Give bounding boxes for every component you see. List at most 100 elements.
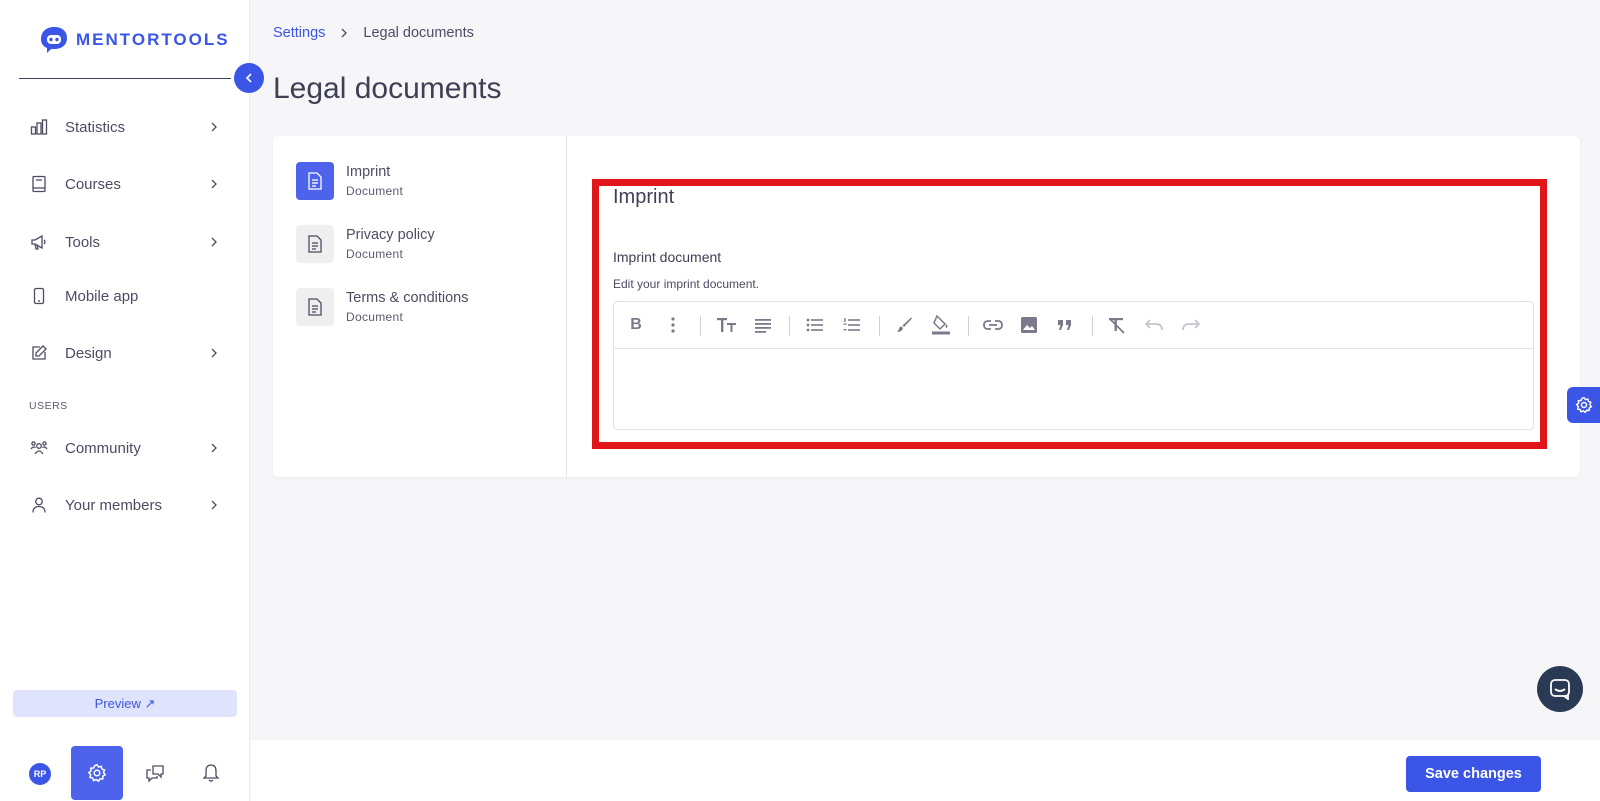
numbered-list-button[interactable]	[840, 313, 864, 337]
text-size-button[interactable]	[715, 313, 739, 337]
sidebar-item-label: Statistics	[65, 118, 126, 136]
logo-icon	[41, 27, 67, 53]
more-options-button[interactable]	[661, 313, 685, 337]
sidebar-item-label: Your members	[65, 496, 162, 514]
numbered-list-icon	[843, 318, 860, 331]
toolbar-divider	[968, 316, 969, 336]
avatar[interactable]: RP	[29, 763, 51, 785]
clear-format-icon	[1109, 318, 1125, 334]
rich-text-editor: B	[613, 301, 1534, 430]
sidebar-item-label: Community	[65, 439, 141, 457]
toolbar-divider	[879, 316, 880, 336]
people-icon	[28, 437, 50, 459]
document-subtitle: Document	[346, 310, 404, 324]
bold-button[interactable]: B	[624, 313, 648, 337]
document-item-privacy-policy[interactable]: Privacy policy Document	[296, 224, 546, 264]
insert-image-button[interactable]	[1017, 313, 1041, 337]
sidebar-item-mobile-app[interactable]: Mobile app	[28, 278, 220, 314]
footer-bar	[251, 740, 1600, 801]
breadcrumb: Settings Legal documents	[273, 25, 474, 41]
editor-content-area[interactable]	[614, 349, 1533, 429]
logo-text: MENTORTOOLS	[76, 30, 230, 49]
divider	[19, 78, 231, 79]
sidebar-bottom-bar: RP	[0, 745, 250, 801]
document-subtitle: Document	[346, 184, 404, 198]
collapse-sidebar-button[interactable]	[234, 63, 264, 93]
sidebar-item-label: Mobile app	[65, 287, 139, 305]
align-button[interactable]	[751, 313, 775, 337]
gear-icon	[1575, 396, 1592, 414]
link-icon	[983, 320, 1003, 330]
document-subtitle: Document	[346, 247, 404, 261]
document-icon	[296, 288, 334, 326]
bold-icon: B	[630, 316, 642, 333]
undo-icon	[1144, 319, 1163, 331]
sidebar-item-label: Courses	[65, 175, 121, 193]
sidebar-item-statistics[interactable]: Statistics	[28, 109, 220, 145]
more-vertical-icon	[671, 317, 675, 333]
page-title: Legal documents	[273, 72, 502, 105]
preview-button[interactable]: Preview ↗	[13, 690, 237, 717]
bullet-list-button[interactable]	[803, 313, 827, 337]
document-icon	[296, 225, 334, 263]
chevron-right-icon	[211, 179, 217, 189]
toolbar-divider	[700, 316, 701, 336]
toolbar-divider	[789, 316, 790, 336]
blockquote-button[interactable]	[1053, 313, 1077, 337]
logo[interactable]: MENTORTOOLS	[38, 24, 230, 56]
editor-toolbar: B	[614, 302, 1533, 349]
support-chat-button[interactable]	[1537, 666, 1583, 712]
bar-chart-icon	[28, 116, 50, 138]
document-title: Imprint	[346, 164, 391, 180]
gear-icon	[87, 763, 107, 783]
breadcrumb-settings-link[interactable]: Settings	[273, 25, 325, 41]
sidebar: MENTORTOOLS Statistics Courses Tools Mob…	[0, 0, 250, 801]
sidebar-item-label: Design	[65, 344, 112, 362]
text-color-button[interactable]	[892, 313, 916, 337]
floating-settings-button[interactable]	[1567, 387, 1600, 423]
brush-icon	[897, 317, 912, 332]
book-icon	[28, 173, 50, 195]
document-list: Imprint Document Privacy policy Document…	[273, 136, 567, 477]
clear-formatting-button[interactable]	[1105, 313, 1129, 337]
fill-color-icon	[932, 315, 950, 335]
insert-link-button[interactable]	[981, 313, 1005, 337]
chevron-right-icon	[211, 443, 217, 453]
field-help-text: Edit your imprint document.	[613, 277, 760, 291]
save-changes-button[interactable]: Save changes	[1406, 756, 1541, 792]
image-icon	[1021, 317, 1037, 333]
chevron-right-icon	[211, 237, 217, 247]
chevron-right-icon	[341, 28, 348, 38]
field-label: Imprint document	[613, 249, 722, 265]
redo-icon	[1182, 319, 1201, 331]
chevron-left-icon	[245, 73, 252, 83]
messages-button[interactable]	[142, 760, 168, 786]
megaphone-icon	[28, 231, 50, 253]
toolbar-divider	[1092, 316, 1093, 336]
highlight-color-button[interactable]	[929, 313, 953, 337]
chat-bubble-icon	[1550, 679, 1570, 700]
sidebar-item-your-members[interactable]: Your members	[28, 487, 220, 523]
settings-button[interactable]	[71, 746, 123, 800]
redo-button[interactable]	[1179, 313, 1203, 337]
chevron-right-icon	[211, 348, 217, 358]
chevron-right-icon	[211, 500, 217, 510]
document-item-terms-conditions[interactable]: Terms & conditions Document	[296, 287, 546, 327]
pencil-icon	[28, 342, 50, 364]
notifications-button[interactable]	[198, 760, 224, 786]
section-label-users: USERS	[29, 400, 68, 412]
sidebar-item-design[interactable]: Design	[28, 335, 220, 371]
phone-icon	[28, 285, 50, 307]
undo-button[interactable]	[1142, 313, 1166, 337]
document-item-imprint[interactable]: Imprint Document	[296, 161, 546, 201]
document-title: Privacy policy	[346, 227, 435, 243]
document-icon	[296, 162, 334, 200]
quote-icon	[1058, 320, 1071, 330]
sidebar-item-community[interactable]: Community	[28, 430, 220, 466]
bell-icon	[202, 764, 220, 782]
sidebar-item-courses[interactable]: Courses	[28, 166, 220, 202]
person-icon	[28, 494, 50, 516]
chevron-right-icon	[211, 122, 217, 132]
sidebar-item-tools[interactable]: Tools	[28, 224, 220, 260]
text-size-icon	[717, 318, 736, 332]
